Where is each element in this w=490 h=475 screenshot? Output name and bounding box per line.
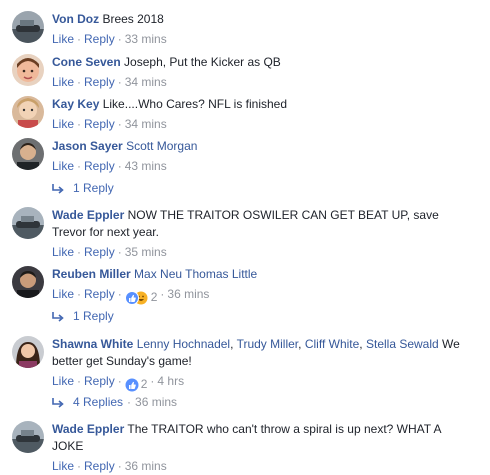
- view-replies-link[interactable]: 1 Reply: [52, 308, 114, 324]
- reply-button[interactable]: Reply: [84, 374, 115, 388]
- comment-author[interactable]: Von Doz: [52, 12, 99, 26]
- mention-link[interactable]: Lenny Hochnadel: [137, 337, 230, 351]
- view-replies-link[interactable]: 1 Reply: [52, 180, 114, 196]
- reactions-summary[interactable]: 2: [125, 376, 147, 392]
- comment-author[interactable]: Shawna White: [52, 337, 133, 351]
- reply-arrow-icon: [52, 182, 65, 198]
- avatar[interactable]: [12, 11, 44, 43]
- separator-dot: ·: [117, 32, 122, 46]
- avatar[interactable]: [12, 54, 44, 86]
- like-button[interactable]: Like: [52, 117, 74, 131]
- comment-text: Like....Who Cares? NFL is finished: [102, 97, 288, 111]
- separator-dot: ·: [77, 374, 82, 388]
- separator-dot: ·: [77, 287, 82, 301]
- separator-dot: ·: [117, 374, 122, 388]
- comment-timestamp[interactable]: 36 mins: [167, 287, 209, 301]
- reply-button[interactable]: Reply: [84, 75, 115, 89]
- separator-dot: ·: [150, 374, 155, 388]
- like-button[interactable]: Like: [52, 459, 74, 473]
- reactions-summary[interactable]: 2: [124, 289, 157, 305]
- mention-link[interactable]: Max Neu Thomas Little: [134, 267, 257, 281]
- comment-text-continued: Trevor for next year.: [52, 225, 159, 239]
- comment-text: The TRAITOR who can't throw a spiral is …: [127, 422, 442, 436]
- like-button[interactable]: Like: [52, 159, 74, 173]
- reply-button[interactable]: Reply: [84, 117, 115, 131]
- comment-author[interactable]: Reuben Miller: [52, 267, 131, 281]
- separator-dot: ·: [77, 159, 82, 173]
- separator-dot: ·: [117, 159, 122, 173]
- comment-text: We: [442, 337, 460, 351]
- comment-text-continued: JOKE: [52, 439, 84, 453]
- comment-timestamp[interactable]: 33 mins: [125, 32, 167, 46]
- reply-button[interactable]: Reply: [84, 32, 115, 46]
- separator-dot: ·: [127, 395, 132, 409]
- comment-timestamp[interactable]: 4 hrs: [157, 374, 184, 388]
- replies-count[interactable]: 4 Replies: [73, 395, 123, 409]
- separator-dot: ·: [77, 75, 82, 89]
- avatar[interactable]: [12, 96, 44, 128]
- avatar[interactable]: [12, 421, 44, 453]
- separator-dot: ·: [77, 459, 82, 473]
- separator-dot: ·: [160, 287, 165, 301]
- separator-dot: ·: [77, 117, 82, 131]
- separator-dot: ·: [117, 245, 122, 259]
- separator-dot: ·: [117, 117, 122, 131]
- avatar[interactable]: [12, 336, 44, 368]
- reply-button[interactable]: Reply: [84, 159, 115, 173]
- comment-author[interactable]: Kay Key: [52, 97, 99, 111]
- comma-separator: ,: [298, 337, 302, 351]
- like-button[interactable]: Like: [52, 245, 74, 259]
- comment-author[interactable]: Wade Eppler: [52, 422, 124, 436]
- comment-text: NOW THE TRAITOR OSWILER CAN GET BEAT UP,…: [127, 208, 439, 222]
- like-button[interactable]: Like: [52, 75, 74, 89]
- avatar[interactable]: [12, 207, 44, 239]
- separator-dot: ·: [77, 245, 82, 259]
- comma-separator: ,: [359, 337, 363, 351]
- separator-dot: ·: [77, 32, 82, 46]
- comment-timestamp[interactable]: 35 mins: [125, 245, 167, 259]
- separator-dot: ·: [117, 459, 122, 473]
- view-replies-link[interactable]: 4 Replies · 36 mins: [52, 394, 177, 410]
- mention-link[interactable]: Cliff White: [305, 337, 359, 351]
- mention-link[interactable]: Stella Sewald: [366, 337, 439, 351]
- like-haha-reaction-icon: [124, 290, 148, 305]
- comment-timestamp[interactable]: 34 mins: [125, 117, 167, 131]
- comment-text-continued: better get Sunday's game!: [52, 354, 192, 368]
- comment-timestamp[interactable]: 36 mins: [125, 459, 167, 473]
- comment-timestamp[interactable]: 34 mins: [125, 75, 167, 89]
- mention-link[interactable]: Trudy Miller: [237, 337, 299, 351]
- comment-author[interactable]: Wade Eppler: [52, 208, 124, 222]
- comment-author[interactable]: Cone Seven: [52, 55, 121, 69]
- reply-button[interactable]: Reply: [84, 459, 115, 473]
- replies-count[interactable]: 1 Reply: [73, 309, 114, 323]
- reply-button[interactable]: Reply: [84, 245, 115, 259]
- separator-dot: ·: [117, 287, 122, 301]
- like-button[interactable]: Like: [52, 374, 74, 388]
- comma-separator: ,: [230, 337, 234, 351]
- replies-count[interactable]: 1 Reply: [73, 181, 114, 195]
- reply-button[interactable]: Reply: [84, 287, 115, 301]
- reply-arrow-icon: [52, 310, 65, 326]
- replies-timestamp: 36 mins: [135, 395, 178, 409]
- avatar[interactable]: [12, 266, 44, 298]
- like-reaction-icon: [125, 378, 139, 392]
- comment-text: Joseph, Put the Kicker as QB: [124, 55, 281, 69]
- separator-dot: ·: [117, 75, 122, 89]
- like-button[interactable]: Like: [52, 32, 74, 46]
- avatar[interactable]: [12, 138, 44, 170]
- comment-text: Brees 2018: [102, 12, 164, 26]
- like-button[interactable]: Like: [52, 287, 74, 301]
- comment-author[interactable]: Jason Sayer: [52, 139, 123, 153]
- reply-arrow-icon: [52, 396, 65, 412]
- comment-timestamp[interactable]: 43 mins: [125, 159, 167, 173]
- mention-link[interactable]: Scott Morgan: [126, 139, 197, 153]
